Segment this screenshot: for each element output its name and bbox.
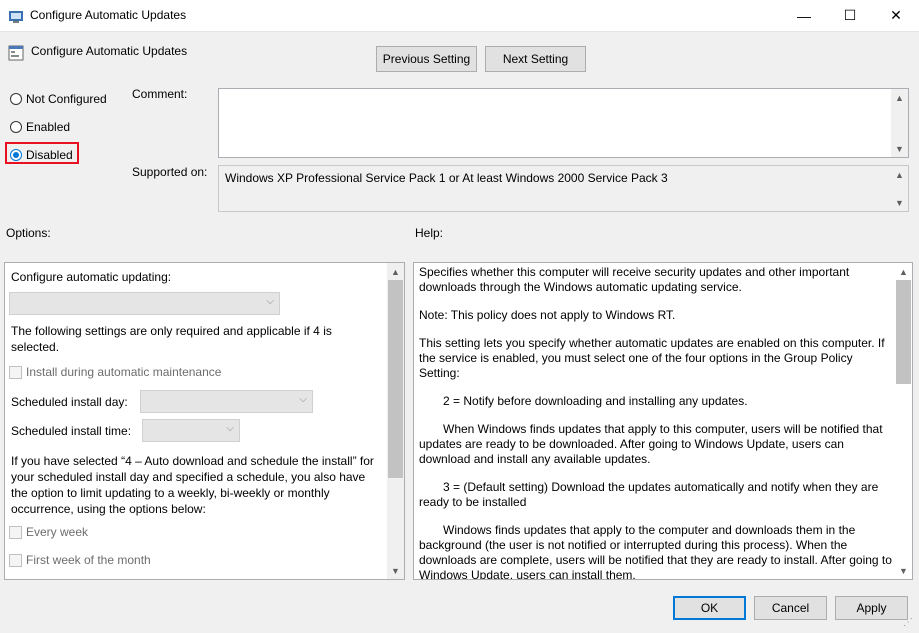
chevron-down-icon: ⌵ [266, 296, 274, 307]
window-title: Configure Automatic Updates [30, 8, 187, 22]
install-maintenance-checkbox[interactable]: Install during automatic maintenance [9, 365, 221, 379]
scroll-down-icon[interactable]: ▼ [387, 562, 404, 579]
checkbox-box[interactable] [9, 553, 22, 567]
supported-field[interactable]: Windows XP Professional Service Pack 1 o… [218, 165, 909, 212]
every-week-checkbox[interactable]: Every week [9, 525, 88, 539]
radio-circle[interactable] [10, 149, 22, 161]
options-panel[interactable]: Configure automatic updating: ⌵ The foll… [4, 262, 405, 580]
install-day-dropdown[interactable]: ⌵ [140, 390, 313, 413]
radio-disabled[interactable]: Disabled [10, 148, 73, 162]
ok-button[interactable]: OK [673, 596, 746, 620]
previous-setting-button[interactable]: Previous Setting [376, 46, 477, 72]
scroll-up-icon[interactable]: ▲ [895, 263, 912, 280]
help-paragraph: When Windows finds updates that apply to… [419, 422, 883, 466]
close-button[interactable]: ✕ [873, 0, 919, 31]
scroll-down-icon[interactable]: ▼ [891, 194, 908, 211]
apply-button[interactable]: Apply [835, 596, 908, 620]
radio-not-configured[interactable]: Not Configured [10, 92, 107, 106]
checkbox-label: Install during automatic maintenance [26, 365, 222, 379]
install-day-label: Scheduled install day: [11, 395, 128, 409]
cancel-button[interactable]: Cancel [754, 596, 827, 620]
comment-scrollbar[interactable]: ▲ ▼ [891, 89, 908, 157]
minimize-button[interactable]: — [781, 0, 827, 31]
checkbox-box[interactable] [9, 525, 22, 539]
scroll-thumb[interactable] [896, 280, 911, 384]
radio-circle[interactable] [10, 93, 22, 105]
radio-circle[interactable] [10, 121, 22, 133]
checkbox-box[interactable] [9, 365, 22, 379]
comment-label: Comment: [132, 87, 188, 101]
policy-editor-icon [9, 11, 23, 23]
supported-label: Supported on: [132, 165, 208, 179]
scroll-down-icon[interactable]: ▼ [891, 140, 908, 157]
help-paragraph: 3 = (Default setting) Download the updat… [419, 480, 879, 509]
checkbox-label: First week of the month [26, 553, 151, 567]
configure-label: Configure automatic updating: [11, 270, 172, 284]
chevron-down-icon: ⌵ [299, 394, 307, 405]
resize-grip-icon[interactable]: ⋰ [903, 617, 913, 628]
maximize-button[interactable]: ☐ [827, 0, 873, 31]
scroll-down-icon[interactable]: ▼ [895, 562, 912, 579]
comment-textarea[interactable]: ▲ ▼ [218, 88, 909, 158]
checkbox-label: Every week [26, 525, 89, 539]
configure-dropdown[interactable]: ⌵ [9, 292, 280, 315]
install-time-label: Scheduled install time: [11, 424, 132, 438]
help-paragraph: Specifies whether this computer will rec… [419, 265, 850, 294]
chevron-down-icon: ⌵ [226, 423, 234, 434]
help-paragraph: Windows finds updates that apply to the … [419, 523, 892, 580]
help-scrollbar[interactable]: ▲ ▼ [895, 263, 912, 579]
help-paragraph: This setting lets you specify whether au… [419, 336, 885, 380]
policy-name: Configure Automatic Updates [31, 44, 188, 58]
radio-label: Enabled [26, 120, 71, 134]
scroll-thumb[interactable] [388, 280, 403, 478]
radio-label: Disabled [26, 148, 73, 162]
help-label: Help: [415, 226, 444, 240]
setting-icon [8, 45, 24, 61]
help-panel[interactable]: Specifies whether this computer will rec… [413, 262, 913, 580]
options-scrollbar[interactable]: ▲ ▼ [387, 263, 404, 579]
next-setting-button[interactable]: Next Setting [485, 46, 586, 72]
scroll-up-icon[interactable]: ▲ [891, 89, 908, 106]
supported-value: Windows XP Professional Service Pack 1 o… [225, 171, 668, 185]
supported-scrollbar[interactable]: ▲ ▼ [891, 166, 908, 211]
help-paragraph: Note: This policy does not apply to Wind… [419, 308, 676, 322]
help-paragraph: 2 = Notify before downloading and instal… [443, 394, 748, 408]
settings-note: The following settings are only required… [11, 324, 332, 354]
install-time-dropdown[interactable]: ⌵ [142, 419, 240, 442]
schedule-note: If you have selected “4 – Auto download … [11, 454, 374, 516]
scroll-up-icon[interactable]: ▲ [891, 166, 908, 183]
title-bar: Configure Automatic Updates — ☐ ✕ [0, 0, 919, 32]
options-label: Options: [6, 226, 51, 240]
help-text: Specifies whether this computer will rec… [419, 265, 894, 580]
scroll-up-icon[interactable]: ▲ [387, 263, 404, 280]
first-week-checkbox[interactable]: First week of the month [9, 553, 151, 567]
radio-enabled[interactable]: Enabled [10, 120, 70, 134]
radio-label: Not Configured [26, 92, 107, 106]
